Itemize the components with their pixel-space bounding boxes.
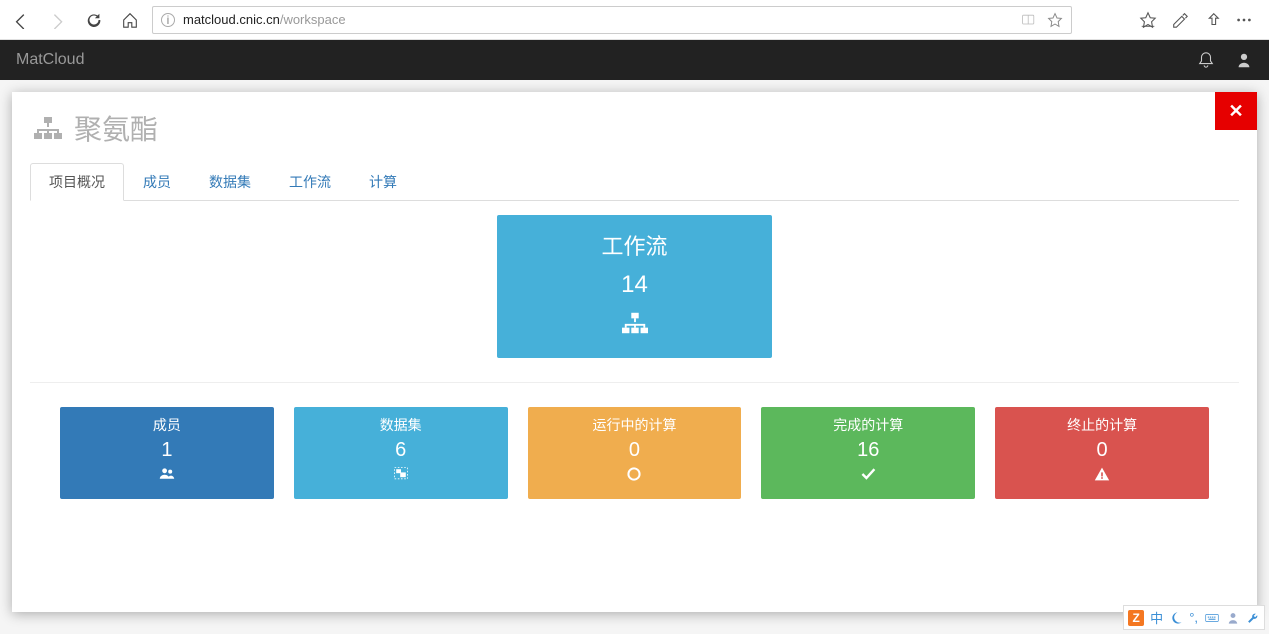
moon-icon[interactable] — [1169, 611, 1183, 625]
url-text: matcloud.cnic.cn/workspace — [183, 12, 346, 27]
bell-icon[interactable] — [1197, 51, 1215, 69]
home-button[interactable] — [116, 6, 144, 34]
tab-4[interactable]: 计算 — [350, 163, 416, 201]
user-icon[interactable] — [1235, 51, 1253, 69]
tray-punct-icon[interactable]: °, — [1189, 610, 1198, 625]
favorite-star-icon[interactable] — [1047, 12, 1063, 28]
stat-value: 0 — [995, 437, 1209, 464]
share-icon[interactable] — [1203, 11, 1221, 29]
stat-card-1[interactable]: 数据集6 — [294, 407, 508, 499]
notes-icon[interactable] — [1171, 11, 1189, 29]
keyboard-icon[interactable] — [1204, 611, 1220, 625]
stat-card-0[interactable]: 成员1 — [60, 407, 274, 499]
stat-value: 0 — [528, 437, 742, 464]
warning-icon — [995, 464, 1209, 487]
objgroup-icon — [294, 464, 508, 487]
users-icon — [60, 464, 274, 487]
app-header: MatCloud — [0, 40, 1269, 80]
stats-row: 成员1数据集6运行中的计算0完成的计算16终止的计算0 — [30, 383, 1239, 499]
tab-3[interactable]: 工作流 — [270, 163, 350, 201]
tab-0[interactable]: 项目概况 — [30, 163, 124, 201]
ime-lang[interactable]: 中 — [1150, 608, 1163, 627]
sitemap-icon — [497, 305, 772, 340]
hero-value: 14 — [497, 265, 772, 305]
stat-card-3[interactable]: 完成的计算16 — [761, 407, 975, 499]
app-title[interactable]: MatCloud — [16, 51, 84, 69]
more-icon[interactable] — [1235, 11, 1253, 29]
project-title-text: 聚氨酯 — [74, 108, 158, 148]
project-title: 聚氨酯 — [30, 104, 1239, 156]
stat-title: 运行中的计算 — [528, 413, 742, 437]
tray-z-icon[interactable]: Z — [1128, 610, 1144, 626]
stat-title: 成员 — [60, 413, 274, 437]
tab-1[interactable]: 成员 — [124, 163, 190, 201]
check-icon — [761, 464, 975, 487]
stat-card-2[interactable]: 运行中的计算0 — [528, 407, 742, 499]
browser-toolbar: i matcloud.cnic.cn/workspace — [0, 0, 1269, 40]
project-panel: ✕ 聚氨酯 项目概况成员数据集工作流计算 工作流 14 成员1数据集6运行中的计… — [12, 92, 1257, 612]
reading-view-icon[interactable] — [1021, 12, 1037, 28]
site-info-icon[interactable]: i — [161, 13, 175, 27]
stat-value: 16 — [761, 437, 975, 464]
sitemap-icon — [34, 115, 62, 141]
stat-title: 完成的计算 — [761, 413, 975, 437]
favorites-icon[interactable] — [1139, 11, 1157, 29]
tray-user-icon[interactable] — [1226, 611, 1240, 625]
refresh-button[interactable] — [80, 6, 108, 34]
stat-title: 终止的计算 — [995, 413, 1209, 437]
ime-tray[interactable]: Z 中 °, — [1123, 605, 1265, 630]
hero-card-workflow[interactable]: 工作流 14 — [497, 215, 772, 358]
tab-2[interactable]: 数据集 — [190, 163, 270, 201]
tabs: 项目概况成员数据集工作流计算 — [30, 162, 1239, 201]
wrench-icon[interactable] — [1246, 611, 1260, 625]
address-bar[interactable]: i matcloud.cnic.cn/workspace — [152, 6, 1072, 34]
stat-value: 1 — [60, 437, 274, 464]
stat-title: 数据集 — [294, 413, 508, 437]
forward-button[interactable] — [44, 6, 72, 34]
spinner-icon — [528, 464, 742, 487]
hero-title: 工作流 — [497, 225, 772, 265]
back-button[interactable] — [8, 6, 36, 34]
stat-value: 6 — [294, 437, 508, 464]
stat-card-4[interactable]: 终止的计算0 — [995, 407, 1209, 499]
close-button[interactable]: ✕ — [1215, 92, 1257, 130]
